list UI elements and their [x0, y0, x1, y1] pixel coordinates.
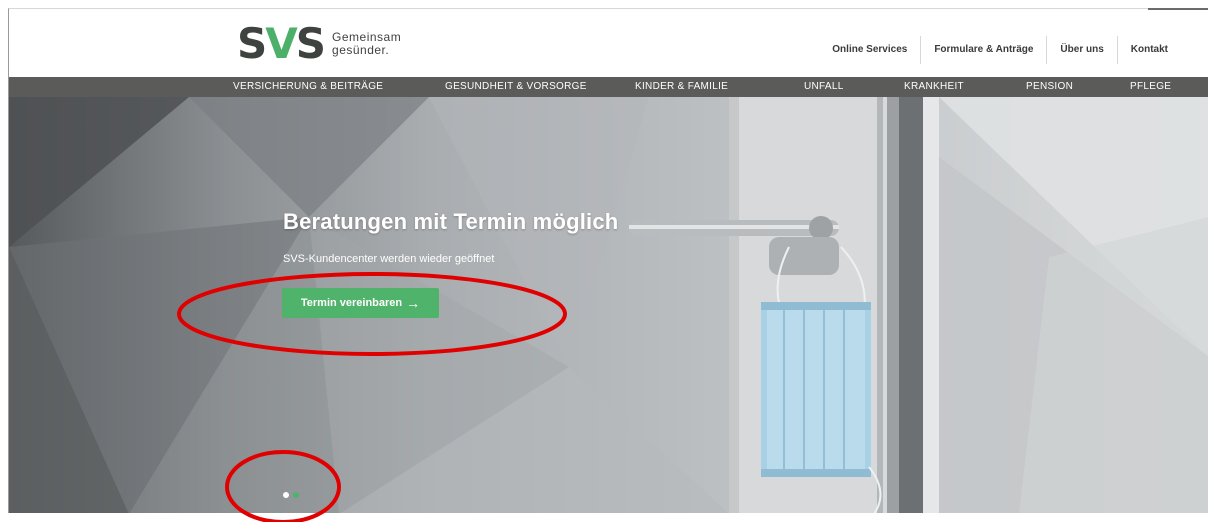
mainnav-pension[interactable]: PENSION: [1026, 77, 1073, 97]
mainnav-krankheit[interactable]: KRANKHEIT: [904, 77, 964, 97]
main-nav: VERSICHERUNG & BEITRÄGE GESUNDHEIT & VOR…: [9, 77, 1208, 97]
topnav-ueber-uns[interactable]: Über uns: [1046, 36, 1116, 64]
browser-viewport: SVS Gemeinsam gesünder. Online Services …: [8, 8, 1208, 513]
mainnav-versicherung[interactable]: VERSICHERUNG & BEITRÄGE: [233, 77, 383, 97]
arrow-right-icon: →: [406, 295, 421, 311]
carousel-dots: [283, 492, 299, 498]
hero-carousel: Beratungen mit Termin möglich SVS-Kunden…: [9, 97, 1208, 513]
mainnav-kinder[interactable]: KINDER & FAMILIE: [635, 77, 728, 97]
topnav-kontakt[interactable]: Kontakt: [1116, 36, 1181, 64]
top-nav: Online Services Formulare & Anträge Über…: [819, 36, 1181, 64]
topnav-formulare[interactable]: Formulare & Anträge: [920, 36, 1046, 64]
hero-title: Beratungen mit Termin möglich: [283, 209, 619, 234]
button-label: Termin vereinbaren: [300, 297, 403, 309]
topnav-online-services[interactable]: Online Services: [819, 36, 920, 64]
mainnav-unfall[interactable]: UNFALL: [804, 77, 844, 97]
site-header: SVS Gemeinsam gesünder. Online Services …: [9, 9, 1208, 77]
tagline-line-2: gesünder.: [332, 43, 390, 57]
logo-tagline: Gemeinsam gesünder.: [332, 31, 401, 57]
mainnav-gesundheit[interactable]: GESUNDHEIT & VORSORGE: [445, 77, 587, 97]
logo-mark: SVS: [237, 19, 326, 68]
hero-subtitle: SVS-Kundencenter werden wieder geöffnet: [283, 253, 495, 265]
carousel-dot-1[interactable]: [283, 492, 289, 498]
svs-logo[interactable]: SVS Gemeinsam gesünder.: [237, 19, 401, 68]
mainnav-pflege[interactable]: PFLEGE: [1130, 77, 1171, 97]
hero-background-image: [9, 97, 1208, 513]
top-right-divider: [1148, 8, 1208, 10]
termin-vereinbaren-button[interactable]: Termin vereinbaren →: [282, 288, 439, 318]
carousel-dot-2[interactable]: [293, 492, 299, 498]
face-mask-image: [761, 302, 871, 477]
